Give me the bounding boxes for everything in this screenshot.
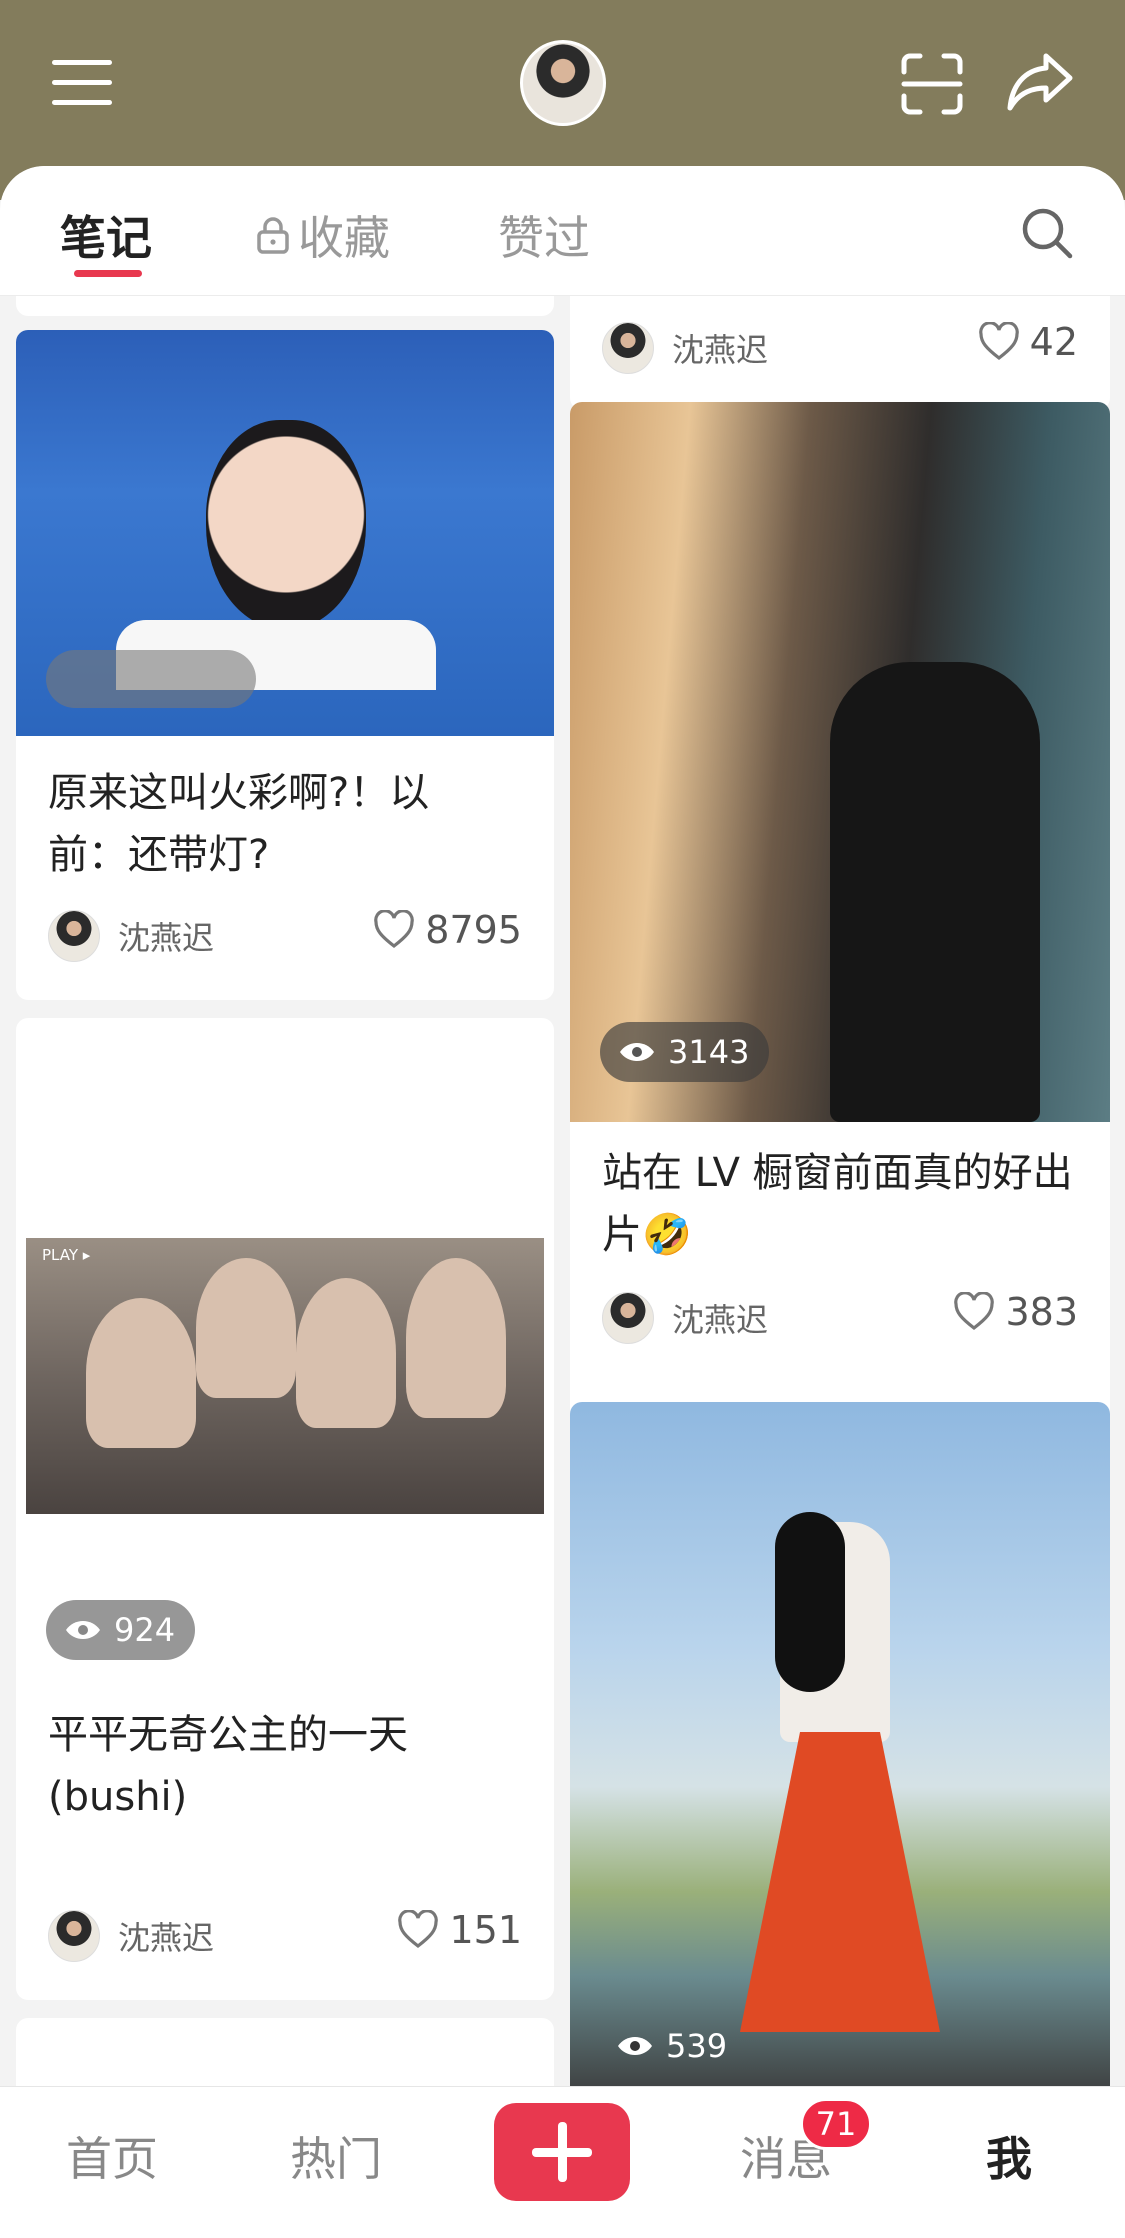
nav-me-label: 我 <box>986 2132 1032 2186</box>
eye-icon <box>66 1621 100 1639</box>
nav-hot-label: 热门 <box>290 2132 382 2186</box>
active-tab-indicator <box>74 270 142 277</box>
author-name: 沈燕迟 <box>118 1919 215 1957</box>
messages-count-badge: 71 <box>800 2098 872 2150</box>
note-cover-image: PLAY ▸ <box>26 1238 544 1514</box>
note-cover-image <box>16 330 554 736</box>
nav-home[interactable]: 首页 <box>66 2123 158 2189</box>
note-title-line-1: 平平无奇公主的一天 <box>48 1712 408 1758</box>
messages-count: 71 <box>815 2105 857 2143</box>
plus-icon-vertical <box>558 2122 567 2182</box>
note-card[interactable]: 539 <box>570 1402 1110 2086</box>
heart-icon <box>978 322 1019 361</box>
note-card[interactable]: PLAY ▸ 924 平平无奇公主的一天 (bushi) 沈燕迟 151 <box>16 1018 554 2000</box>
profile-tabs: 笔记 收藏 赞过 <box>0 166 1125 296</box>
scan-icon[interactable] <box>900 52 964 116</box>
heart-icon <box>954 1292 995 1331</box>
like-button[interactable]: 42 <box>978 320 1078 364</box>
author-avatar <box>48 910 100 962</box>
note-card[interactable]: 沈燕迟 42 <box>570 276 1110 410</box>
profile-content-panel: 笔记 收藏 赞过 沈燕迟 42 原来这叫火彩啊?！以 前：还带灯? 沈燕迟 87… <box>0 166 1125 2086</box>
note-title: 原来这叫火彩啊?！以 前：还带灯? <box>48 762 429 886</box>
tab-collections[interactable]: 收藏 <box>256 202 390 268</box>
like-count: 42 <box>1029 320 1078 364</box>
note-title-line-1: 原来这叫火彩啊?！以 <box>48 770 430 816</box>
tab-notes-label: 笔记 <box>60 211 152 265</box>
tab-notes[interactable]: 笔记 <box>60 202 152 268</box>
tab-liked[interactable]: 赞过 <box>498 202 590 268</box>
like-button[interactable]: 383 <box>953 1290 1078 1334</box>
nav-hot[interactable]: 热门 <box>290 2123 382 2189</box>
tab-collections-label: 收藏 <box>298 211 390 265</box>
nav-home-label: 首页 <box>66 2132 158 2186</box>
card-author[interactable]: 沈燕迟 <box>602 1292 768 1344</box>
play-label: PLAY ▸ <box>42 1246 91 1264</box>
menu-icon[interactable] <box>52 60 112 106</box>
author-name: 沈燕迟 <box>672 1301 769 1339</box>
like-count: 151 <box>449 1908 522 1952</box>
note-title: 站在 LV 橱窗前面真的好出 片🤣 <box>602 1142 1073 1266</box>
heart-icon <box>398 1910 439 1949</box>
note-card[interactable]: 3143 站在 LV 橱窗前面真的好出 片🤣 沈燕迟 383 <box>570 402 1110 1556</box>
eye-icon <box>618 2037 652 2055</box>
author-name: 沈燕迟 <box>118 919 215 957</box>
note-title-line-1: 站在 LV 橱窗前面真的好出 <box>602 1150 1073 1196</box>
view-count: 3143 <box>668 1033 750 1071</box>
add-note-button[interactable] <box>494 2103 630 2201</box>
like-count: 383 <box>1005 1290 1078 1334</box>
card-author[interactable]: 沈燕迟 <box>602 322 768 374</box>
note-title-line-2: (bushi) <box>48 1774 188 1820</box>
bottom-nav: 首页 热门 消息 我 <box>0 2086 1125 2238</box>
share-icon[interactable] <box>1006 50 1076 114</box>
card-author[interactable]: 沈燕迟 <box>48 910 214 962</box>
view-count: 924 <box>114 1611 176 1649</box>
avatar[interactable] <box>520 40 606 126</box>
author-name: 沈燕迟 <box>672 331 769 369</box>
note-title-line-2: 前：还带灯? <box>48 832 270 878</box>
like-button[interactable]: 151 <box>397 1908 522 1952</box>
lock-icon <box>257 217 289 254</box>
note-card[interactable]: 原来这叫火彩啊?！以 前：还带灯? 沈燕迟 8795 <box>16 330 554 1000</box>
tab-liked-label: 赞过 <box>498 211 590 265</box>
nav-me[interactable]: 我 <box>986 2123 1032 2189</box>
note-cover-image: 3143 <box>570 402 1110 1122</box>
card-author[interactable]: 沈燕迟 <box>48 1910 214 1962</box>
like-count: 8795 <box>425 908 522 952</box>
note-title: 平平无奇公主的一天 (bushi) <box>48 1704 408 1828</box>
partial-note-card[interactable] <box>16 2018 554 2086</box>
author-avatar <box>602 1292 654 1344</box>
note-title-line-2: 片🤣 <box>602 1212 692 1258</box>
search-icon[interactable] <box>1020 206 1074 260</box>
view-count-badge: 924 <box>46 1600 196 1660</box>
like-button[interactable]: 8795 <box>373 908 522 952</box>
view-count-badge: 539 <box>600 2016 747 2076</box>
author-avatar <box>602 322 654 374</box>
author-avatar <box>48 1910 100 1962</box>
heart-icon <box>374 910 415 949</box>
view-count: 539 <box>666 2027 728 2065</box>
eye-icon <box>620 1043 654 1061</box>
view-count-badge: 3143 <box>600 1022 770 1082</box>
note-cover-image: 539 <box>570 1402 1110 2086</box>
